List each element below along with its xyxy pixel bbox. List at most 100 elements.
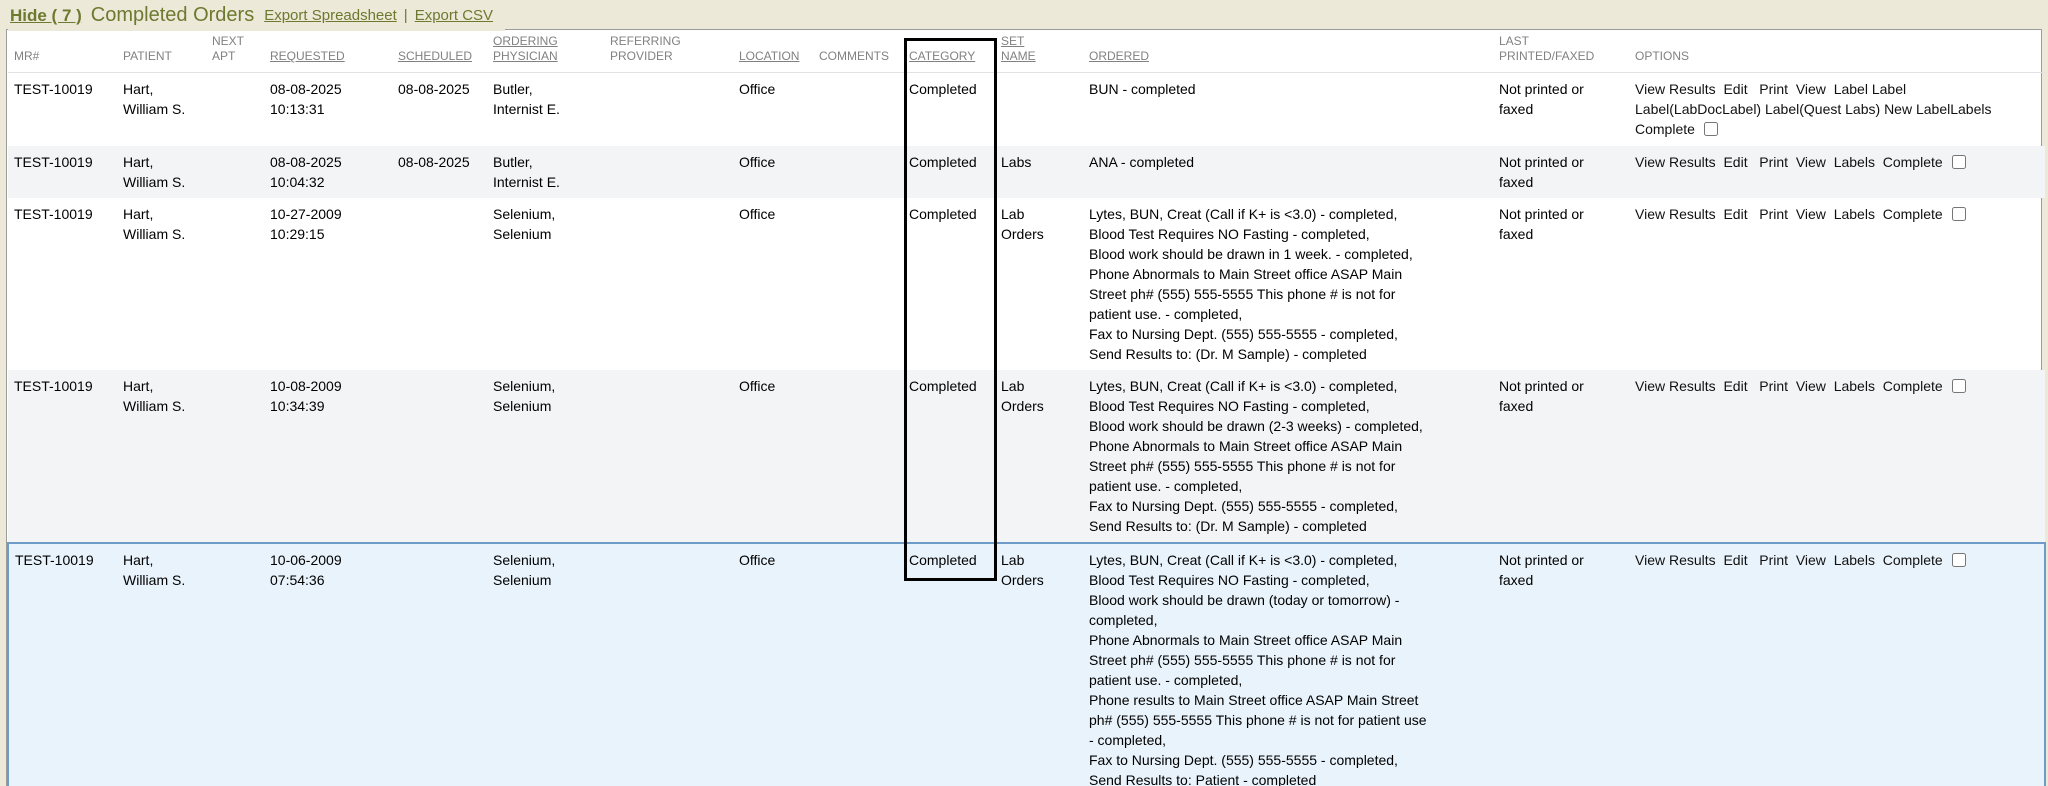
complete-checkbox[interactable] xyxy=(1952,553,1966,567)
option-link-edit[interactable]: Edit xyxy=(1723,206,1747,222)
option-link-print[interactable]: Print xyxy=(1759,206,1788,222)
option-link-edit[interactable]: Edit xyxy=(1723,81,1747,97)
option-link-view[interactable]: View xyxy=(1796,206,1826,222)
export-spreadsheet-link[interactable]: Export Spreadsheet xyxy=(264,7,397,24)
orders-panel: MR#PATIENTNEXTAPTREQUESTEDSCHEDULEDORDER… xyxy=(6,29,2042,786)
option-link-view[interactable]: View xyxy=(1796,154,1826,170)
option-link-view[interactable]: View xyxy=(1796,378,1826,394)
option-link-edit[interactable]: Edit xyxy=(1723,378,1747,394)
option-link-print[interactable]: Print xyxy=(1759,81,1788,97)
legend-separator: | xyxy=(404,7,408,24)
option-link-view-results[interactable]: View Results xyxy=(1635,81,1716,97)
cell-set-name: LabOrders xyxy=(997,370,1085,543)
cell-category: Completed xyxy=(905,146,997,198)
cell-patient: Hart,William S. xyxy=(119,543,208,786)
cell-patient: Hart,William S. xyxy=(119,198,208,370)
option-link-view-results[interactable]: View Results xyxy=(1635,154,1716,170)
order-row[interactable]: TEST-10019Hart,William S.10-08-200910:34… xyxy=(8,370,2045,543)
column-header-scheduled[interactable]: SCHEDULED xyxy=(394,30,489,73)
option-link-complete[interactable]: Complete xyxy=(1883,552,1943,568)
column-header-requested[interactable]: REQUESTED xyxy=(266,30,394,73)
option-link-view-results[interactable]: View Results xyxy=(1635,206,1716,222)
column-header-ordering-physician[interactable]: ORDERINGPHYSICIAN xyxy=(489,30,606,73)
option-link-new-label[interactable]: New Label xyxy=(1884,101,1950,117)
option-link-label-quest-labs[interactable]: Label(Quest Labs) xyxy=(1765,101,1880,117)
option-link-view[interactable]: View xyxy=(1796,552,1826,568)
export-csv-link[interactable]: Export CSV xyxy=(415,7,493,24)
cell-last-printed-faxed: Not printed orfaxed xyxy=(1495,370,1631,543)
cell-options: View Results Edit Print View Labels Comp… xyxy=(1631,370,2045,543)
order-row[interactable]: TEST-10019Hart,William S.10-27-200910:29… xyxy=(8,198,2045,370)
option-link-labels[interactable]: Labels xyxy=(1834,206,1875,222)
complete-checkbox[interactable] xyxy=(1952,155,1966,169)
column-header-location[interactable]: LOCATION xyxy=(735,30,815,73)
cell-scheduled xyxy=(394,198,489,370)
option-link-print[interactable]: Print xyxy=(1759,378,1788,394)
order-row[interactable]: TEST-10019Hart,William S.10-06-200907:54… xyxy=(8,543,2045,786)
column-header-ordered[interactable]: ORDERED xyxy=(1085,30,1495,73)
option-link-complete[interactable]: Complete xyxy=(1635,121,1695,137)
cell-ordering-physician: Selenium,Selenium xyxy=(489,543,606,786)
cell-ordered: Lytes, BUN, Creat (Call if K+ is <3.0) -… xyxy=(1085,370,1495,543)
cell-referring-provider xyxy=(606,73,735,146)
cell-next-apt xyxy=(208,146,266,198)
table-header-row: MR#PATIENTNEXTAPTREQUESTEDSCHEDULEDORDER… xyxy=(8,30,2045,73)
complete-checkbox[interactable] xyxy=(1704,122,1718,136)
option-link-labels[interactable]: Labels xyxy=(1834,552,1875,568)
complete-checkbox[interactable] xyxy=(1952,207,1966,221)
option-link-complete[interactable]: Complete xyxy=(1883,378,1943,394)
orders-table: MR#PATIENTNEXTAPTREQUESTEDSCHEDULEDORDER… xyxy=(7,30,2046,786)
cell-comments xyxy=(815,73,905,146)
column-header-referring-provider: REFERRINGPROVIDER xyxy=(606,30,735,73)
option-link-print[interactable]: Print xyxy=(1759,552,1788,568)
column-header-patient: PATIENT xyxy=(119,30,208,73)
option-link-edit[interactable]: Edit xyxy=(1723,552,1747,568)
column-header-comments: COMMENTS xyxy=(815,30,905,73)
cell-referring-provider xyxy=(606,543,735,786)
option-link-label[interactable]: Label xyxy=(1834,81,1868,97)
option-link-labels[interactable]: Labels xyxy=(1950,101,1991,117)
complete-checkbox[interactable] xyxy=(1952,379,1966,393)
cell-patient: Hart,William S. xyxy=(119,146,208,198)
cell-location: Office xyxy=(735,146,815,198)
cell-options: View Results Edit Print View Labels Comp… xyxy=(1631,543,2045,786)
cell-patient: Hart,William S. xyxy=(119,73,208,146)
cell-category: Completed xyxy=(905,543,997,786)
cell-mr: TEST-10019 xyxy=(8,198,119,370)
column-header-category[interactable]: CATEGORY xyxy=(905,30,997,73)
option-link-labels[interactable]: Labels xyxy=(1834,378,1875,394)
option-link-print[interactable]: Print xyxy=(1759,154,1788,170)
cell-category: Completed xyxy=(905,73,997,146)
option-link-complete[interactable]: Complete xyxy=(1883,206,1943,222)
column-header-last-printed-faxed: LASTPRINTED/FAXED xyxy=(1495,30,1631,73)
hide-link[interactable]: Hide ( 7 ) xyxy=(10,6,82,26)
option-link-label-labdoclabel[interactable]: Label(LabDocLabel) xyxy=(1635,101,1761,117)
cell-scheduled: 08-08-2025 xyxy=(394,146,489,198)
cell-location: Office xyxy=(735,198,815,370)
cell-last-printed-faxed: Not printed orfaxed xyxy=(1495,146,1631,198)
option-link-view[interactable]: View xyxy=(1796,81,1826,97)
option-link-complete[interactable]: Complete xyxy=(1883,154,1943,170)
option-link-label[interactable]: Label xyxy=(1872,81,1906,97)
column-header-set-name[interactable]: SETNAME xyxy=(997,30,1085,73)
cell-last-printed-faxed: Not printed orfaxed xyxy=(1495,73,1631,146)
cell-category: Completed xyxy=(905,198,997,370)
order-row[interactable]: TEST-10019Hart,William S.08-08-202510:13… xyxy=(8,73,2045,146)
page-title: Completed Orders xyxy=(91,4,254,27)
order-row[interactable]: TEST-10019Hart,William S.08-08-202510:04… xyxy=(8,146,2045,198)
option-link-view-results[interactable]: View Results xyxy=(1635,552,1716,568)
cell-options: View Results Edit Print View Labels Comp… xyxy=(1631,198,2045,370)
cell-set-name: LabOrders xyxy=(997,543,1085,786)
cell-next-apt xyxy=(208,198,266,370)
cell-location: Office xyxy=(735,543,815,786)
cell-set-name xyxy=(997,73,1085,146)
cell-mr: TEST-10019 xyxy=(8,370,119,543)
option-link-edit[interactable]: Edit xyxy=(1723,154,1747,170)
column-header-options: OPTIONS xyxy=(1631,30,2045,73)
option-link-view-results[interactable]: View Results xyxy=(1635,378,1716,394)
cell-next-apt xyxy=(208,73,266,146)
cell-requested: 08-08-202510:13:31 xyxy=(266,73,394,146)
cell-options: View Results Edit Print View Label Label… xyxy=(1631,73,2045,146)
cell-scheduled xyxy=(394,370,489,543)
option-link-labels[interactable]: Labels xyxy=(1834,154,1875,170)
